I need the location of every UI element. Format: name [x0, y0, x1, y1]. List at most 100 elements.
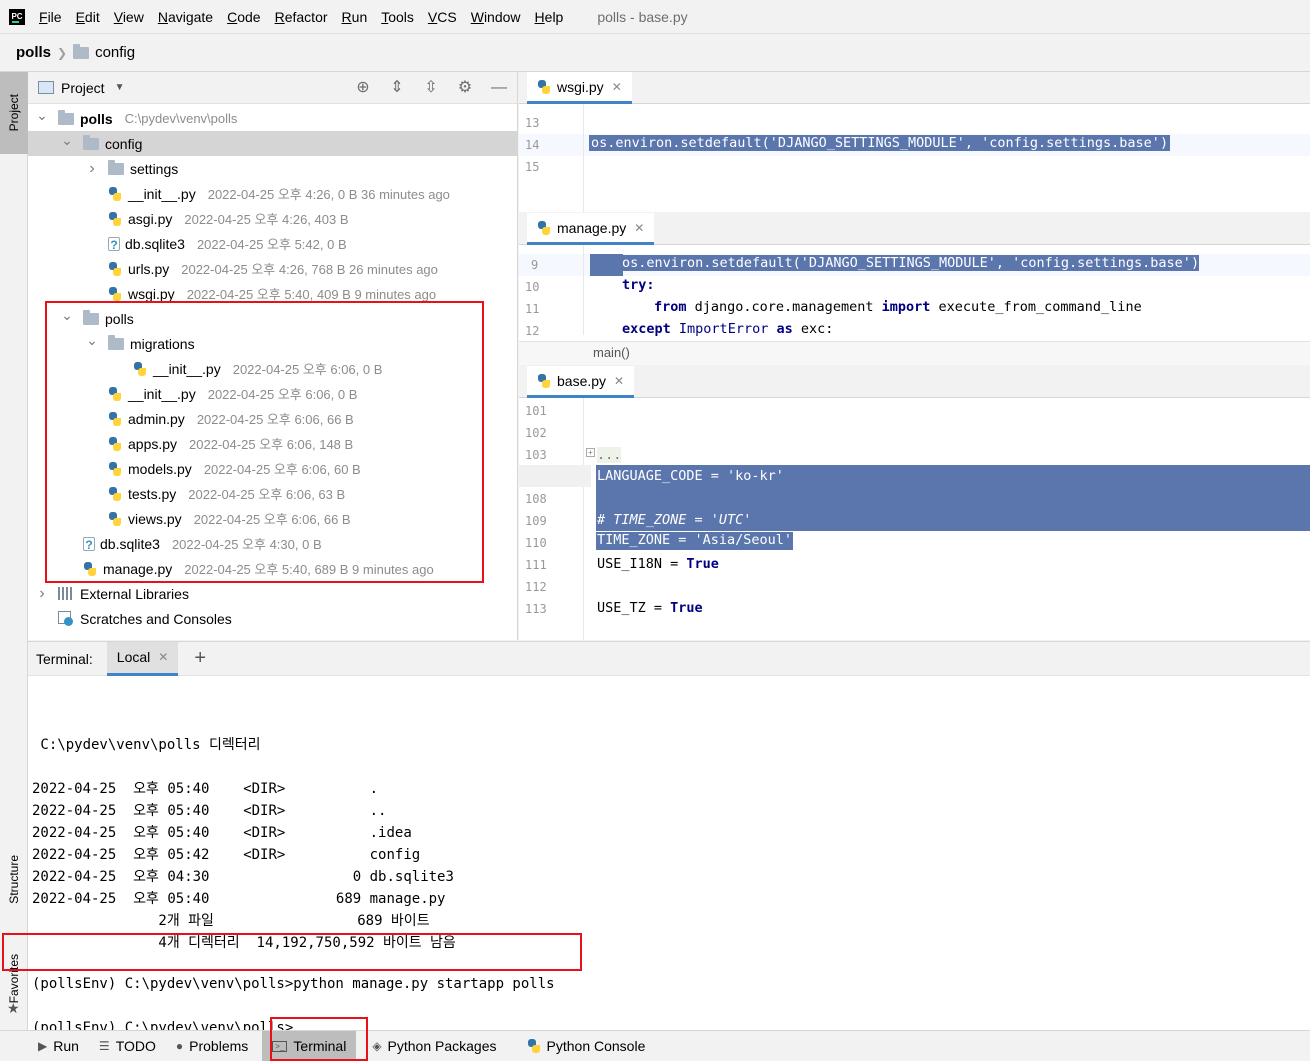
tree-item[interactable]: ⌄ config [28, 131, 518, 156]
code-line-113[interactable]: USE_TZ = True [597, 600, 703, 616]
close-icon[interactable]: ✕ [158, 650, 168, 664]
tree-item-label: tests.py [128, 485, 177, 502]
tree-item[interactable]: tests.py 2022-04-25 오후 6:06, 63 B [28, 481, 518, 506]
python-console-tool-button[interactable]: Python Console [517, 1031, 656, 1061]
breadcrumb-child[interactable]: config [95, 44, 135, 61]
expand-all-icon[interactable]: ⇕ [387, 78, 407, 98]
tree-item-meta: 2022-04-25 오후 4:26, 768 B 26 minutes ago [181, 262, 438, 277]
crosshair-icon[interactable]: ⊕ [353, 78, 373, 98]
tree-item[interactable]: models.py 2022-04-25 오후 6:06, 60 B [28, 456, 518, 481]
terminal-line: (pollsEnv) C:\pydev\venv\polls>python ma… [32, 976, 555, 992]
chevron-down-icon[interactable]: ▼ [115, 82, 125, 93]
code-line-9[interactable]: os.environ.setdefault('DJANGO_SETTINGS_M… [622, 255, 1200, 271]
menu-item-run[interactable]: Run [342, 9, 368, 25]
chevron-down-icon[interactable]: ⌄ [36, 107, 48, 124]
code-text: # TIME_ZONE = 'UTC' [597, 512, 752, 528]
menu-item-vcs[interactable]: VCS [428, 9, 457, 25]
menu-item-help[interactable]: Help [535, 9, 564, 25]
tree-item[interactable]: ? db.sqlite3 2022-04-25 오후 4:30, 0 B [28, 531, 518, 556]
minimize-icon[interactable]: — [489, 78, 509, 98]
code-line-111[interactable]: USE_I18N = True [597, 556, 719, 572]
tree-item[interactable]: Scratches and Consoles [28, 606, 518, 631]
menu-item-edit[interactable]: Edit [76, 9, 100, 25]
tree-item[interactable]: apps.py 2022-04-25 오후 6:06, 148 B [28, 431, 518, 456]
editor-tabbar: manage.py ✕ [519, 213, 1310, 245]
folder-icon [73, 43, 90, 59]
project-tool-tab[interactable]: Project [0, 72, 28, 154]
menu-item-tools[interactable]: Tools [381, 9, 414, 25]
tree-item[interactable]: manage.py 2022-04-25 오후 5:40, 689 B 9 min… [28, 556, 518, 581]
menu-item-window[interactable]: Window [471, 9, 521, 25]
tree-item[interactable]: __init__.py 2022-04-25 오후 4:26, 0 B 36 mi… [28, 181, 518, 206]
chevron-right-icon[interactable]: › [86, 160, 98, 178]
todo-tool-button[interactable]: ☰ TODO [89, 1031, 166, 1061]
chevron-right-icon[interactable]: › [36, 585, 48, 603]
line-number: 111 [525, 558, 547, 572]
tree-item-label: __init__.py [128, 385, 196, 402]
terminal-tool-button[interactable]: >_ Terminal [262, 1030, 357, 1061]
tree-item[interactable]: › External Libraries [28, 581, 518, 606]
run-label: Run [53, 1038, 79, 1054]
python-console-icon [527, 1039, 541, 1053]
tree-item-meta: 2022-04-25 오후 6:06, 148 B [189, 437, 354, 452]
tab-base[interactable]: base.py ✕ [527, 366, 635, 398]
menu-item-refactor[interactable]: Refactor [275, 9, 328, 25]
layers-icon: ◈ [372, 1039, 382, 1053]
tree-item[interactable]: wsgi.py 2022-04-25 오후 5:40, 409 B 9 minut… [28, 281, 518, 306]
python-file-icon [108, 211, 122, 226]
tree-item[interactable]: __init__.py 2022-04-25 오후 6:06, 0 B [28, 381, 518, 406]
menu-item-navigate[interactable]: Navigate [158, 9, 213, 25]
close-icon[interactable]: ✕ [634, 221, 644, 235]
python-packages-tool-button[interactable]: ◈ Python Packages [362, 1031, 506, 1061]
code-line-107[interactable]: LANGUAGE_CODE = 'ko-kr' [597, 468, 784, 484]
folded-code[interactable]: ... [597, 447, 622, 463]
collapse-all-icon[interactable]: ⇳ [421, 78, 441, 98]
add-tab-icon[interactable]: + [194, 647, 206, 670]
tree-item[interactable]: urls.py 2022-04-25 오후 4:26, 768 B 26 minu… [28, 256, 518, 281]
code-line-14[interactable]: os.environ.setdefault('DJANGO_SETTINGS_M… [589, 135, 1171, 151]
mnemonic-letter: T [381, 8, 389, 25]
close-icon[interactable]: ✕ [614, 374, 624, 388]
fold-marker-icon[interactable]: + [586, 448, 595, 457]
gear-icon[interactable]: ⚙ [455, 78, 475, 98]
tree-item[interactable]: ? db.sqlite3 2022-04-25 오후 5:42, 0 B [28, 231, 518, 256]
code-line-110[interactable]: TIME_ZONE = 'Asia/Seoul' [596, 532, 794, 550]
problems-tool-button[interactable]: ● Problems [166, 1031, 258, 1061]
chevron-down-icon[interactable]: ⌄ [61, 307, 73, 324]
terminal-output[interactable]: C:\pydev\venv\polls 디렉터리 2022-04-25 오후 05… [28, 676, 1310, 1036]
tab-manage[interactable]: manage.py ✕ [527, 213, 655, 245]
terminal-tab-local[interactable]: Local ✕ [106, 641, 179, 676]
breadcrumb-root[interactable]: polls [16, 44, 51, 61]
run-tool-button[interactable]: ▶ Run [28, 1031, 89, 1061]
tree-item[interactable]: views.py 2022-04-25 오후 6:06, 66 B [28, 506, 518, 531]
tree-item[interactable]: asgi.py 2022-04-25 오후 4:26, 403 B [28, 206, 518, 231]
python-file-icon [537, 373, 551, 388]
code-keyword: from [654, 299, 687, 315]
code-line-109[interactable]: # TIME_ZONE = 'UTC' [597, 512, 751, 528]
code-line-11[interactable]: from django.core.management import execu… [654, 299, 1142, 315]
tree-item[interactable]: admin.py 2022-04-25 오후 6:06, 66 B [28, 406, 518, 431]
tree-item[interactable]: ⌄ polls C:\pydev\venv\polls [28, 106, 518, 131]
code-line-12[interactable]: except ImportError as exc: [622, 321, 833, 337]
close-icon[interactable]: ✕ [612, 80, 622, 94]
python-console-label: Python Console [546, 1038, 646, 1054]
project-panel-title[interactable]: Project [61, 80, 105, 96]
tree-item-meta: 2022-04-25 오후 5:42, 0 B [196, 237, 347, 252]
tree-item[interactable]: ⌄ polls [28, 306, 518, 331]
tree-item-label: polls [80, 110, 113, 127]
chevron-down-icon[interactable]: ⌄ [61, 132, 73, 149]
tree-item-meta: 2022-04-25 오후 4:26, 403 B [184, 212, 349, 227]
code-keyword: as [776, 321, 793, 337]
editor-breadcrumb-main[interactable]: main() [593, 345, 630, 360]
menu-item-code[interactable]: Code [227, 9, 260, 25]
structure-tool-tab[interactable]: Structure [0, 840, 28, 918]
chevron-down-icon[interactable]: ⌄ [86, 332, 98, 349]
menu-item-view[interactable]: View [114, 9, 144, 25]
tab-wsgi[interactable]: wsgi.py ✕ [527, 72, 632, 104]
mnemonic-letter: V [427, 8, 438, 25]
tree-item[interactable]: __init__.py 2022-04-25 오후 6:06, 0 B [28, 356, 518, 381]
tree-item[interactable]: › settings [28, 156, 518, 181]
code-line-10[interactable]: try: [622, 277, 655, 293]
menu-item-file[interactable]: File [39, 9, 62, 25]
tree-item[interactable]: ⌄ migrations [28, 331, 518, 356]
